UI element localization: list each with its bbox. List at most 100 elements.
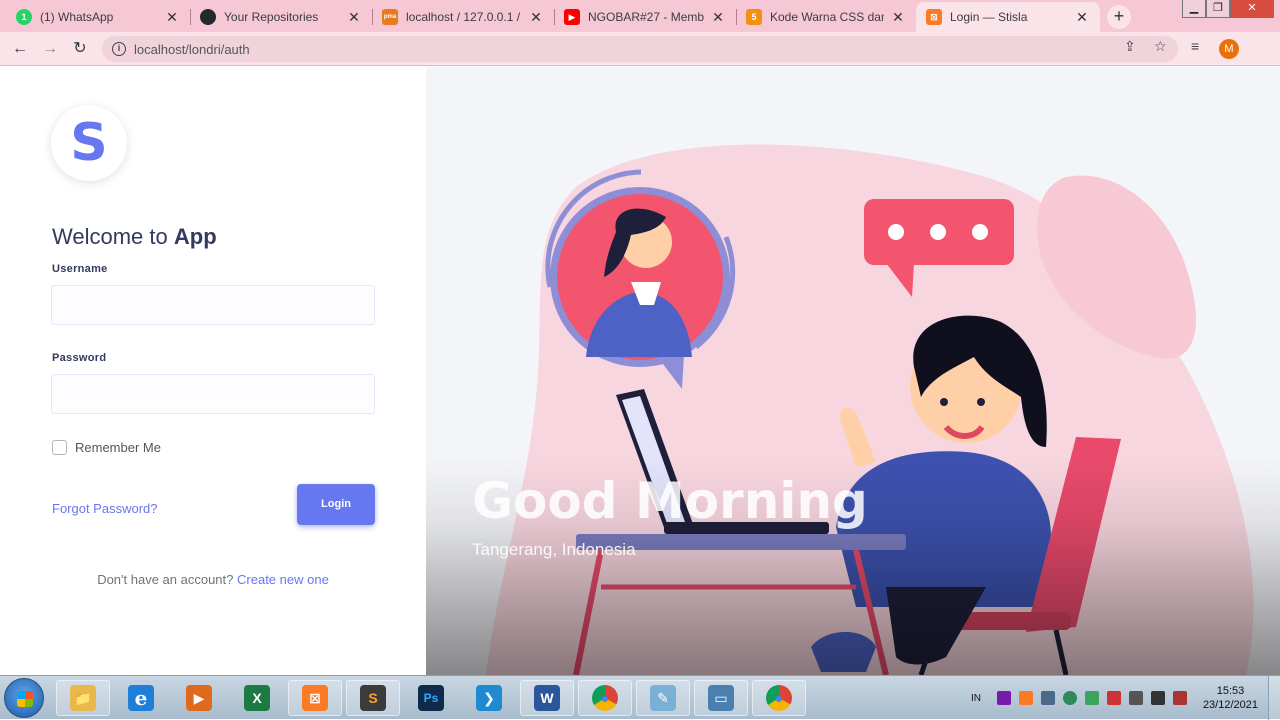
taskbar-app-vscode[interactable]: ❯ (462, 680, 516, 716)
password-label: Password (52, 352, 107, 364)
tab-title: Login — Stisla (950, 10, 1028, 24)
taskbar-app-screenshot-tool[interactable]: ▭ (694, 680, 748, 716)
share-icon[interactable]: ⇪ (1124, 38, 1136, 55)
close-icon[interactable]: ✕ (528, 9, 544, 26)
page-title: Welcome to App (52, 224, 217, 250)
signup-text: Don't have an account? (97, 572, 234, 587)
close-icon[interactable]: ✕ (164, 9, 180, 26)
tab-kode-warna[interactable]: 5 Kode Warna CSS dan HT ✕ (736, 2, 916, 32)
onenote-tray-icon[interactable] (996, 691, 1011, 705)
browser-tab-strip: 1 (1) WhatsApp ✕ Your Repositories ✕ pma… (0, 0, 1280, 32)
signal-icon[interactable] (1150, 691, 1165, 705)
system-tray: IN 15:53 23/12/2021 (971, 676, 1280, 720)
close-icon[interactable]: ✕ (346, 9, 362, 26)
chrome-icon: ● (592, 685, 618, 711)
chrome-profile-icon: ● (766, 685, 792, 711)
start-button[interactable] (4, 678, 44, 718)
security-icon[interactable] (1084, 691, 1099, 705)
forward-button[interactable]: → (39, 38, 61, 60)
maximize-button[interactable]: ❐ (1206, 0, 1230, 18)
action-center-icon[interactable] (1172, 691, 1187, 705)
taskbar-app-chrome-profile[interactable]: ● (752, 680, 806, 716)
taskbar-app-sublime-text[interactable]: S (346, 680, 400, 716)
window-close-button[interactable]: ✕ (1230, 0, 1274, 18)
tab-whatsapp[interactable]: 1 (1) WhatsApp ✕ (6, 2, 190, 32)
whatsapp-icon: 1 (16, 9, 32, 25)
address-bar[interactable]: i localhost/londri/auth (102, 36, 1178, 62)
remember-me-label: Remember Me (75, 440, 161, 455)
forgot-password-link[interactable]: Forgot Password? (52, 501, 158, 516)
file-explorer-icon: 📁 (70, 685, 96, 711)
phpmyadmin-icon: pma (382, 9, 398, 25)
tab-your-repositories[interactable]: Your Repositories ✕ (190, 2, 372, 32)
app-logo: S (51, 105, 127, 181)
language-indicator[interactable]: IN (971, 693, 981, 704)
clock-date: 23/12/2021 (1202, 699, 1258, 711)
photoshop-icon: Ps (418, 685, 444, 711)
tab-login-stisla[interactable]: ⊠ Login — Stisla ✕ (916, 2, 1100, 32)
greeting-text: Good Morning (472, 472, 868, 530)
tab-youtube-ngobar[interactable]: ▶ NGOBAR#27 - Membuat ✕ (554, 2, 736, 32)
html-icon: 5 (746, 9, 762, 25)
browser-toolbar: ← → ↻ i localhost/londri/auth ⇪ ☆ ≡ (0, 32, 1280, 66)
xampp-icon: ⊠ (302, 685, 328, 711)
back-button[interactable]: ← (9, 38, 31, 60)
bookmark-star-icon[interactable]: ☆ (1154, 38, 1167, 55)
taskbar-app-notepad[interactable]: ✎ (636, 680, 690, 716)
signup-prompt: Don't have an account? Create new one (0, 572, 426, 587)
taskbar-app-word[interactable]: W (520, 680, 574, 716)
taskbar-app-file-explorer[interactable]: 📁 (56, 680, 110, 716)
tab-title: NGOBAR#27 - Membuat (588, 10, 704, 24)
remember-me-checkbox[interactable]: Remember Me (52, 440, 161, 455)
url-text: localhost/londri/auth (134, 41, 250, 57)
info-icon[interactable]: i (112, 42, 126, 56)
new-tab-button[interactable]: + (1107, 5, 1131, 29)
taskbar-app-chrome[interactable]: ● (578, 680, 632, 716)
volume-icon[interactable] (1128, 691, 1143, 705)
github-icon (200, 9, 216, 25)
username-input[interactable] (51, 285, 375, 325)
internet-explorer-icon: e (128, 685, 154, 711)
taskbar-app-media-player[interactable]: ▶ (172, 680, 226, 716)
xampp-tray-icon[interactable] (1018, 691, 1033, 705)
close-icon[interactable]: ✕ (890, 9, 906, 26)
tab-title: localhost / 127.0.0.1 / lo (406, 10, 522, 24)
tab-title: Kode Warna CSS dan HT (770, 10, 884, 24)
welcome-prefix: Welcome to (52, 224, 168, 249)
screenshot-tool-icon: ▭ (708, 685, 734, 711)
sublime-text-icon: S (360, 685, 386, 711)
taskbar-app-internet-explorer[interactable]: e (114, 680, 168, 716)
hero-panel: Good Morning Tangerang, Indonesia (426, 67, 1280, 675)
notification-flag-icon[interactable] (1106, 691, 1121, 705)
xampp-icon: ⊠ (926, 9, 942, 25)
login-page: S Welcome to App Username Password Remem… (0, 67, 1280, 675)
close-icon[interactable]: ✕ (1074, 9, 1090, 26)
excel-icon: X (244, 685, 270, 711)
profile-avatar[interactable]: M (1219, 39, 1239, 59)
login-button[interactable]: Login (297, 484, 375, 525)
checkbox-box[interactable] (52, 440, 67, 455)
taskbar-app-xampp[interactable]: ⊠ (288, 680, 342, 716)
username-label: Username (52, 263, 108, 275)
show-desktop-button[interactable] (1268, 676, 1280, 720)
password-input[interactable] (51, 374, 375, 414)
tab-phpmyadmin[interactable]: pma localhost / 127.0.0.1 / lo ✕ (372, 2, 554, 32)
welcome-app-name: App (173, 224, 217, 249)
vscode-icon: ❯ (476, 685, 502, 711)
system-clock[interactable]: 15:53 23/12/2021 (1203, 684, 1258, 712)
wifi-icon[interactable] (1062, 691, 1077, 705)
taskbar-app-excel[interactable]: X (230, 680, 284, 716)
windows-taskbar: 📁 e ▶ X ⊠ S Ps ❯ W ● ✎ ▭ ● IN 15:53 23/1… (0, 675, 1280, 720)
media-player-icon: ▶ (186, 685, 212, 711)
close-icon[interactable]: ✕ (710, 9, 726, 26)
create-account-link[interactable]: Create new one (237, 572, 329, 587)
tab-title: (1) WhatsApp (40, 10, 114, 24)
reading-list-icon[interactable]: ≡ (1191, 38, 1199, 54)
tab-title: Your Repositories (224, 10, 319, 24)
location-text: Tangerang, Indonesia (472, 540, 636, 559)
taskbar-app-photoshop[interactable]: Ps (404, 680, 458, 716)
network-share-icon[interactable] (1040, 691, 1055, 705)
minimize-button[interactable]: ▁ (1182, 0, 1206, 18)
reload-button[interactable]: ↻ (69, 38, 91, 60)
notepad-icon: ✎ (650, 685, 676, 711)
